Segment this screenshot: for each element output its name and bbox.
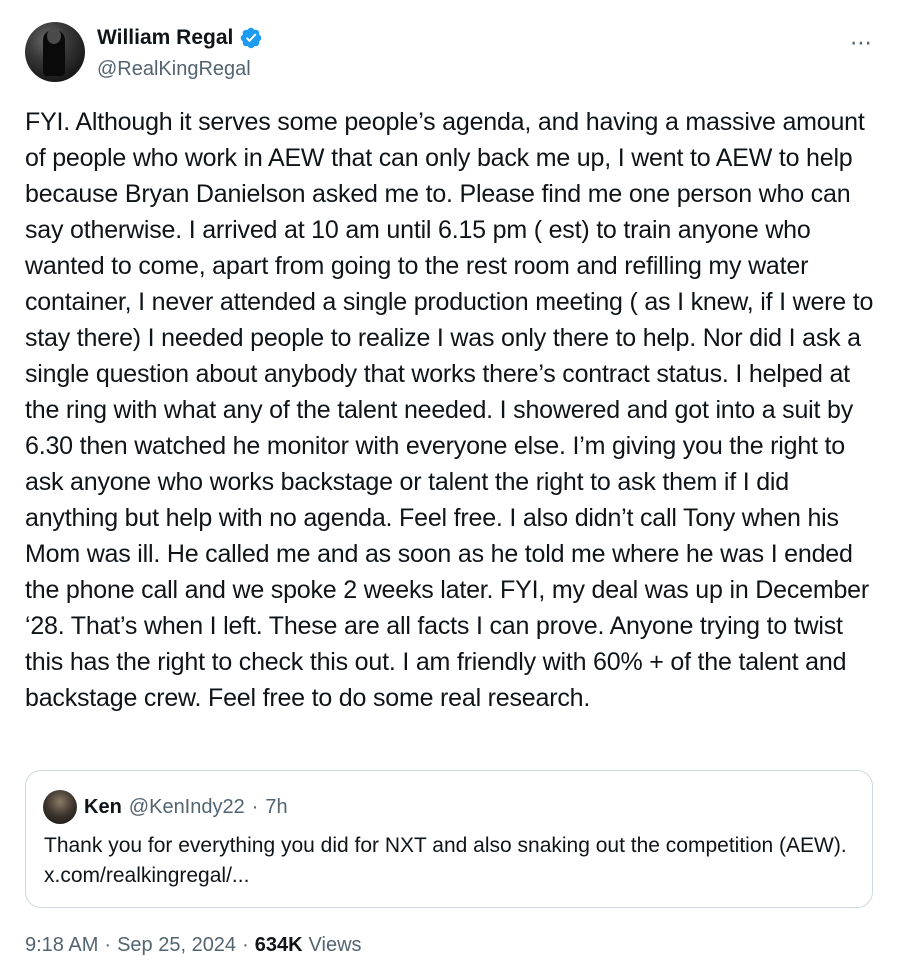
tweet-text: FYI. Although it serves some people’s ag… xyxy=(25,108,874,712)
views-label: Views xyxy=(308,934,362,956)
author-avatar[interactable] xyxy=(25,22,85,82)
author-handle[interactable]: @RealKingRegal xyxy=(97,58,251,81)
more-options-icon[interactable]: ⋯ xyxy=(850,30,873,56)
avatar-head xyxy=(47,28,61,44)
quoted-tweet-text: Thank you for everything you did for NXT… xyxy=(44,834,847,887)
separator: · xyxy=(251,795,259,818)
quoted-author-handle: @KenIndy22 xyxy=(128,795,245,818)
author-name[interactable]: William Regal xyxy=(97,26,233,50)
tweet-header: William Regal @RealKingRegal ⋯ xyxy=(25,22,877,84)
quoted-tweet-time: 7h xyxy=(265,795,288,818)
views-count: 634K xyxy=(254,934,303,956)
quoted-tweet-header: Ken @KenIndy22 · 7h xyxy=(43,790,288,824)
tweet-date[interactable]: Sep 25, 2024 xyxy=(117,934,236,957)
separator: · xyxy=(104,934,112,956)
quoted-author-avatar xyxy=(43,790,77,824)
verified-badge-icon xyxy=(241,27,262,49)
quoted-tweet[interactable]: Ken @KenIndy22 · 7h Thank you for everyt… xyxy=(25,770,873,908)
separator: · xyxy=(242,934,249,956)
tweet-meta: 9:18 AM · Sep 25, 2024 · 634K Views xyxy=(25,934,362,957)
quoted-author-name: Ken xyxy=(84,795,122,818)
author-name-row: William Regal xyxy=(97,26,263,50)
tweet-time[interactable]: 9:18 AM xyxy=(25,934,98,957)
